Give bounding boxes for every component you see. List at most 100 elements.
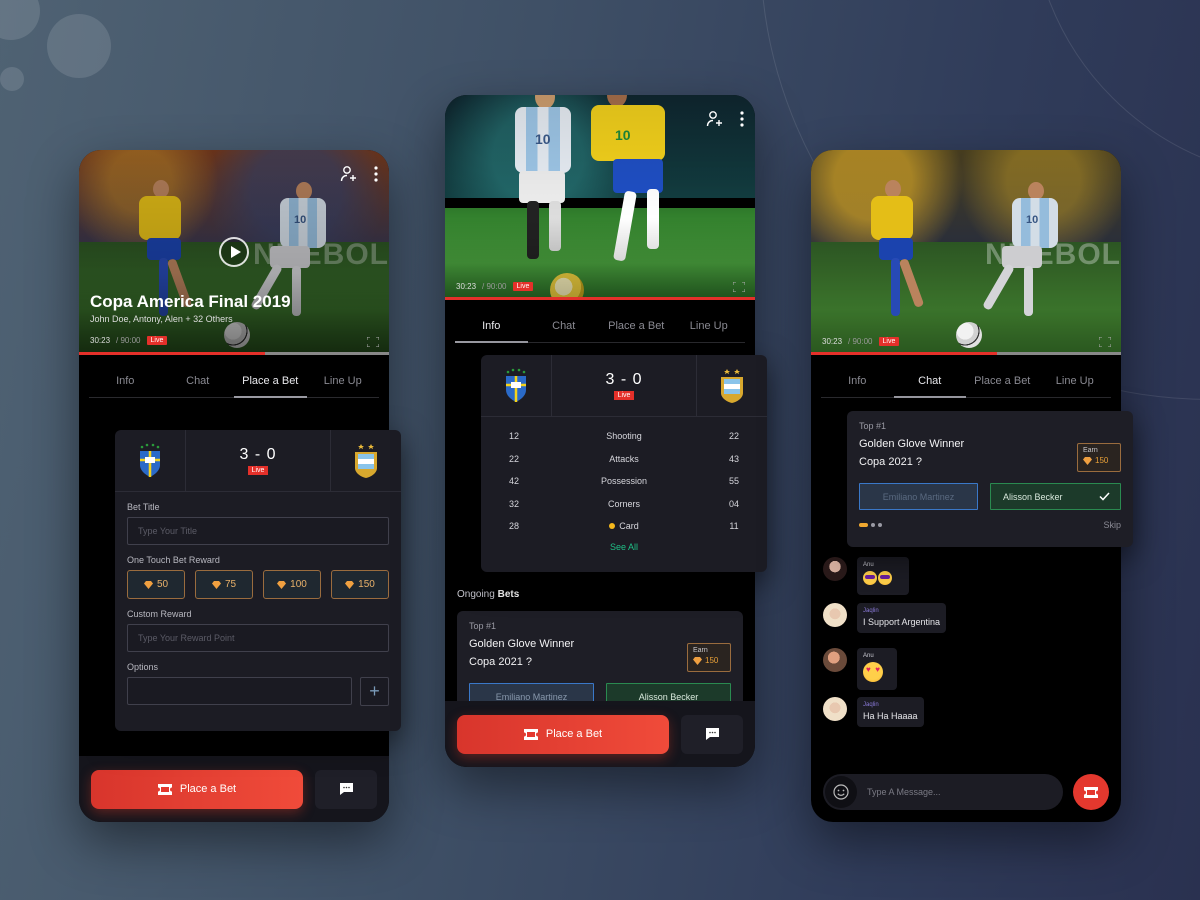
stats-table: 12 Shooting 22 22 Attacks 43 42 Possession 55 32 C… bbox=[481, 417, 767, 538]
stat-row: 32 Corners 04 bbox=[481, 493, 767, 516]
pager-dot[interactable] bbox=[871, 523, 875, 527]
custom-reward-input[interactable] bbox=[127, 624, 389, 652]
bet-pager[interactable] bbox=[859, 523, 882, 527]
duration: / 90:00 bbox=[848, 337, 873, 346]
reward-option-150[interactable]: 150 bbox=[331, 570, 389, 599]
place-bet-button[interactable]: Place a Bet bbox=[457, 714, 669, 754]
sender-name: Anu bbox=[863, 653, 874, 659]
tab-bar: Info Chat Place a Bet Line Up bbox=[89, 365, 379, 398]
watchers-text: John Doe, Antony, Alen + 32 Others bbox=[90, 314, 233, 324]
fullscreen-icon[interactable] bbox=[733, 282, 745, 292]
duration: / 90:00 bbox=[116, 336, 141, 345]
sender-name: Jaqlin bbox=[863, 702, 879, 708]
add-user-icon bbox=[340, 166, 356, 182]
chat-message: Anu bbox=[823, 557, 909, 595]
video-time: 30:23 / 90:00 Live bbox=[90, 336, 168, 345]
duration: / 90:00 bbox=[482, 282, 507, 291]
argentina-crest-icon bbox=[355, 443, 377, 478]
checkmark-icon bbox=[1099, 492, 1110, 501]
gem-icon bbox=[1083, 456, 1092, 465]
stat-label: Card bbox=[619, 521, 639, 532]
yellow-card-icon bbox=[609, 523, 616, 530]
reward-option-50[interactable]: 50 bbox=[127, 570, 185, 599]
tab-line-up[interactable]: Line Up bbox=[1039, 365, 1112, 397]
skip-button[interactable]: Skip bbox=[1103, 520, 1121, 530]
tab-info[interactable]: Info bbox=[455, 310, 528, 343]
scoreboard: 3 - 0 Live bbox=[115, 430, 401, 492]
tab-info[interactable]: Info bbox=[89, 365, 162, 397]
reward-option-100[interactable]: 100 bbox=[263, 570, 321, 599]
video-progress-fill bbox=[445, 297, 755, 300]
tab-chat[interactable]: Chat bbox=[528, 310, 601, 342]
video-player[interactable]: NMEBOL 10 bbox=[79, 150, 389, 355]
fullscreen-icon[interactable] bbox=[367, 337, 379, 347]
tab-line-up[interactable]: Line Up bbox=[307, 365, 380, 397]
chat-bubble-icon bbox=[705, 728, 719, 740]
bottom-action-bar: Place a Bet bbox=[445, 701, 755, 767]
tab-place-a-bet[interactable]: Place a Bet bbox=[966, 365, 1039, 397]
avatar bbox=[823, 648, 847, 672]
play-button[interactable] bbox=[219, 237, 249, 267]
ticket-icon bbox=[157, 783, 172, 795]
open-chat-button[interactable] bbox=[315, 769, 377, 809]
add-option-button[interactable]: + bbox=[360, 677, 389, 706]
bet-rank: Top #1 bbox=[859, 421, 887, 431]
stat-home-value: 42 bbox=[508, 476, 519, 487]
team-home bbox=[481, 355, 551, 416]
quick-bet-button[interactable] bbox=[1073, 774, 1109, 810]
video-progress-fill bbox=[79, 352, 265, 355]
avatar bbox=[823, 557, 847, 581]
scoreboard: 3 - 0 Live bbox=[481, 355, 767, 417]
live-badge: Live bbox=[247, 466, 269, 475]
place-bet-button[interactable]: Place a Bet bbox=[91, 769, 303, 809]
tab-chat[interactable]: Chat bbox=[162, 365, 235, 397]
match-title: Copa America Final 2019 bbox=[90, 292, 291, 311]
decor-circle bbox=[47, 14, 111, 78]
stat-row: 42 Possession 55 bbox=[481, 470, 767, 493]
message-bubble: Anu bbox=[857, 648, 897, 690]
video-player[interactable]: 10 10 30:23 / 90:00 Live bbox=[445, 95, 755, 300]
fullscreen-icon[interactable] bbox=[1099, 337, 1111, 347]
options-label: Options bbox=[127, 662, 159, 672]
add-user-button[interactable] bbox=[339, 164, 359, 184]
bet-option-a[interactable]: Emiliano Martinez bbox=[859, 483, 978, 510]
video-progress-bar[interactable] bbox=[79, 352, 389, 355]
gem-icon bbox=[277, 580, 287, 589]
current-time: 30:23 bbox=[456, 282, 477, 291]
chat-message: Jaqlin I Support Argentina bbox=[823, 603, 947, 633]
pager-dot[interactable] bbox=[859, 523, 868, 527]
emoji-picker-button[interactable] bbox=[825, 776, 857, 808]
message-input[interactable] bbox=[857, 787, 1063, 797]
decor-circle bbox=[0, 0, 40, 40]
brazil-crest-icon bbox=[140, 443, 160, 477]
tab-line-up[interactable]: Line Up bbox=[673, 310, 746, 342]
bet-option-b-selected[interactable]: Alisson Becker bbox=[990, 483, 1121, 510]
more-options-button[interactable] bbox=[371, 164, 381, 184]
open-chat-button[interactable] bbox=[681, 714, 743, 754]
tab-place-a-bet[interactable]: Place a Bet bbox=[600, 310, 673, 342]
tab-info[interactable]: Info bbox=[821, 365, 894, 397]
tab-place-a-bet[interactable]: Place a Bet bbox=[234, 365, 307, 398]
bet-title-input[interactable] bbox=[127, 517, 389, 545]
create-bet-card: 3 - 0 Live Bet Title One Touch Bet Rewar… bbox=[115, 430, 401, 731]
video-progress-bar[interactable] bbox=[811, 352, 1121, 355]
pager-dot[interactable] bbox=[878, 523, 882, 527]
add-user-button[interactable] bbox=[705, 109, 725, 129]
ticket-icon bbox=[1084, 786, 1098, 798]
argentina-crest-icon bbox=[721, 368, 743, 403]
more-vertical-icon bbox=[374, 166, 378, 182]
sunglasses-emoji-icon bbox=[878, 571, 892, 585]
option-input[interactable] bbox=[127, 677, 352, 705]
featured-bet-card[interactable]: Top #1 Golden Glove Winner Copa 2021 ? E… bbox=[847, 411, 1133, 547]
reward-option-75[interactable]: 75 bbox=[195, 570, 253, 599]
place-bet-label: Place a Bet bbox=[545, 728, 603, 740]
more-options-button[interactable] bbox=[737, 109, 747, 129]
tab-chat[interactable]: Chat bbox=[893, 365, 967, 398]
see-all-link[interactable]: See All bbox=[481, 542, 767, 552]
video-player[interactable]: NMEBOL 10 30:23 / 90:00 Live bbox=[811, 150, 1121, 355]
message-emoji bbox=[863, 662, 891, 684]
video-progress-bar[interactable] bbox=[445, 297, 755, 300]
video-progress-fill bbox=[811, 352, 997, 355]
live-badge: Live bbox=[878, 337, 900, 346]
team-away bbox=[697, 355, 767, 416]
